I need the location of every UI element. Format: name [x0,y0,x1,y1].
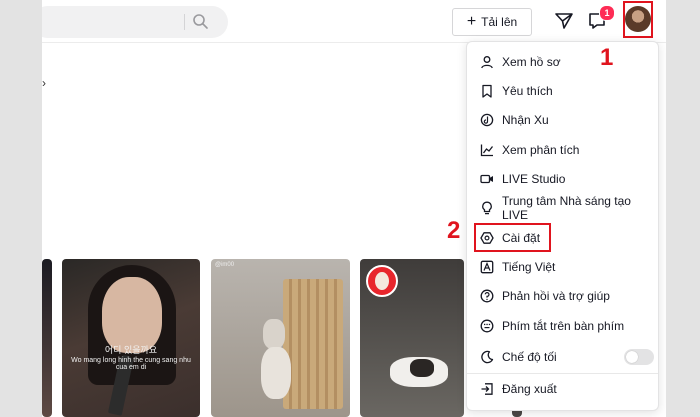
logout-icon [480,382,494,396]
menu-item-get-coins[interactable]: Nhận Xu [467,106,658,134]
plus-icon: + [466,13,477,30]
menu-item-label: Tiếng Việt [502,260,556,274]
video-thumbnail[interactable]: 어디 있을까요 Wo mang long hinh the cung sang … [62,259,200,417]
search-input[interactable] [42,6,228,38]
bookmark-icon [480,84,494,98]
video-thumbnail[interactable] [360,259,464,417]
menu-item-favorites[interactable]: Yêu thích [467,77,658,105]
avatar-highlight-box [623,1,653,38]
menu-item-feedback-help[interactable]: Phản hồi và trợ giúp [467,282,658,310]
search-icon[interactable] [192,13,209,35]
lightbulb-icon [480,201,494,215]
search-divider [184,14,185,30]
user-icon [480,55,494,69]
video-thumbnail[interactable] [42,259,52,417]
menu-item-live-studio[interactable]: LIVE Studio [467,165,658,193]
step-2-annotation: 2 [447,217,461,244]
messages-send-icon[interactable] [554,11,574,36]
menu-item-label: Nhận Xu [502,113,549,127]
moon-icon [480,350,494,364]
cat-body [261,347,291,399]
menu-item-label: LIVE Studio [502,172,566,186]
menu-item-label: Trung tâm Nhà sáng tạo LIVE [502,194,631,222]
menu-item-analytics[interactable]: Xem phân tích [467,136,658,164]
menu-item-view-profile[interactable]: Xem hồ sơ [467,48,658,76]
upload-label: Tải lên [481,15,518,29]
settings-highlight-box [474,223,551,252]
menu-item-label: Xem phân tích [502,143,580,157]
menu-item-label: Yêu thích [502,84,553,98]
top-navigation-bar: + Tải lên 1 [42,0,666,43]
menu-item-label: Phím tắt trên bàn phím [502,319,625,333]
video-caption-vietnamese: Wo mang long hinh the cung sang nhu cua … [71,357,191,371]
menu-divider [467,373,658,374]
notification-badge: 1 [599,5,615,21]
help-icon [480,289,494,303]
upload-button[interactable]: + Tải lên [452,8,532,36]
cat-patch [410,359,434,377]
menu-item-language[interactable]: Tiếng Việt [467,253,658,281]
singer-face [102,277,162,353]
video-watermark: @im00 [215,262,235,268]
coin-icon [480,113,494,127]
right-frame [666,0,700,417]
left-frame [0,0,42,417]
avatar-sticker [366,265,398,297]
menu-item-logout[interactable]: Đăng xuất [467,375,658,403]
cat-head [263,319,285,349]
keyboard-icon [480,319,494,333]
chevron-right-icon[interactable]: › [42,76,46,90]
wooden-cage [283,279,343,409]
analytics-icon [480,143,494,157]
video-caption-korean: 어디 있을까요 [104,345,158,355]
menu-item-label: Chế độ tối [502,350,557,364]
menu-item-keyboard-shortcuts[interactable]: Phím tắt trên bàn phím [467,312,658,340]
dark-mode-toggle[interactable] [624,349,654,365]
live-camera-icon [480,172,494,186]
language-icon [480,260,494,274]
menu-item-live-creator-center[interactable]: Trung tâm Nhà sáng tạo LIVE [467,194,658,222]
video-thumbnail[interactable]: @im00 [211,259,350,417]
menu-item-label: Xem hồ sơ [502,55,561,69]
menu-item-label: Phản hồi và trợ giúp [502,289,610,303]
tiktok-page: + Tải lên 1 › 어디 있을까요 Wo mang long hinh … [42,0,666,417]
step-1-annotation: 1 [600,44,614,71]
toggle-knob [626,351,638,363]
menu-item-label: Đăng xuất [502,382,557,396]
